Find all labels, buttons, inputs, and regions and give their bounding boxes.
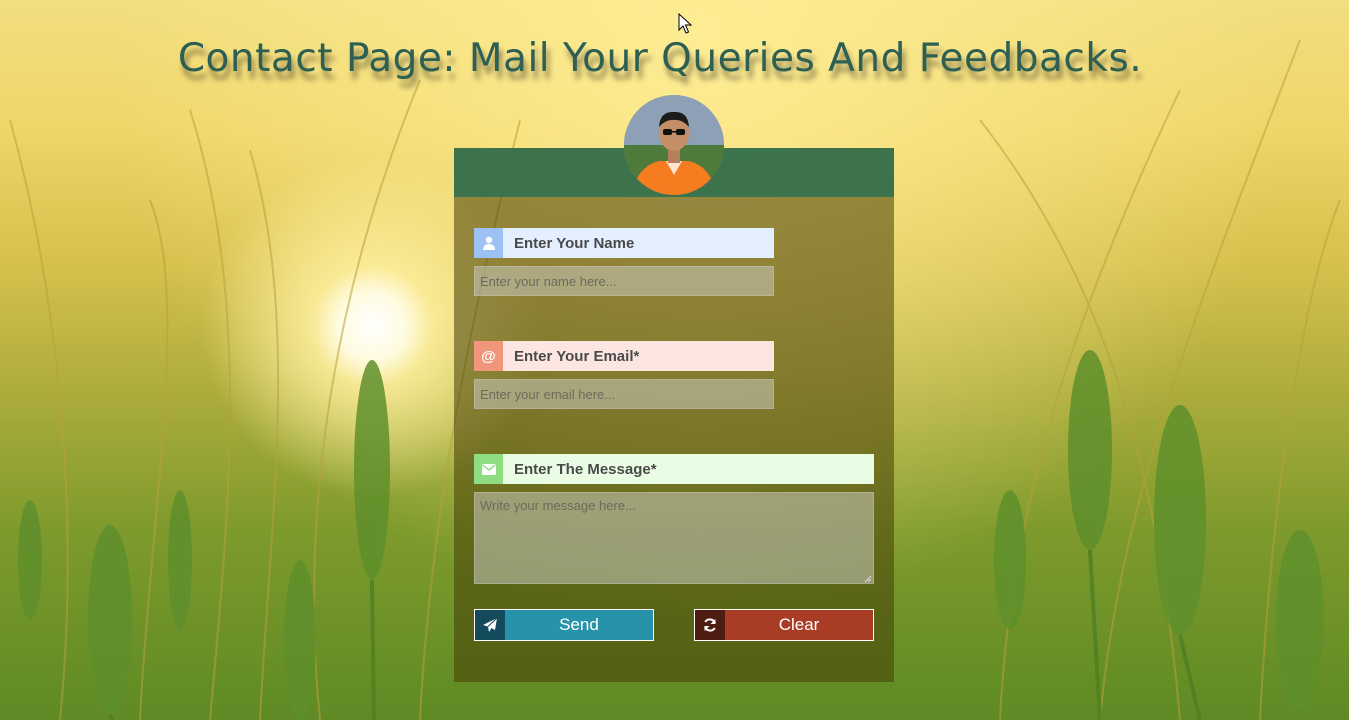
message-label-row: Enter The Message* [474,454,874,484]
name-label-row: Enter Your Name [474,228,774,258]
send-button[interactable]: Send [474,609,654,641]
refresh-icon [695,610,725,640]
name-input[interactable] [474,266,774,296]
message-label: Enter The Message* [503,454,874,484]
message-textarea[interactable] [474,492,874,584]
email-input[interactable] [474,379,774,409]
resize-grip-icon[interactable] [862,573,872,583]
clear-button[interactable]: Clear [694,609,874,641]
clear-button-label: Clear [778,615,820,634]
name-label: Enter Your Name [503,228,774,258]
email-label-row: @ Enter Your Email* [474,341,774,371]
contact-page: Contact Page: Mail Your Queries And Feed… [0,0,1349,720]
user-icon [474,228,503,258]
paper-plane-icon [475,610,505,640]
profile-avatar [624,95,724,195]
card-header [454,95,894,197]
email-label: Enter Your Email* [503,341,774,371]
envelope-icon [474,454,503,484]
page-title: Contact Page: Mail Your Queries And Feed… [177,36,1143,81]
at-icon: @ [474,341,503,371]
mouse-cursor-icon [678,13,692,34]
send-button-label: Send [559,615,599,634]
